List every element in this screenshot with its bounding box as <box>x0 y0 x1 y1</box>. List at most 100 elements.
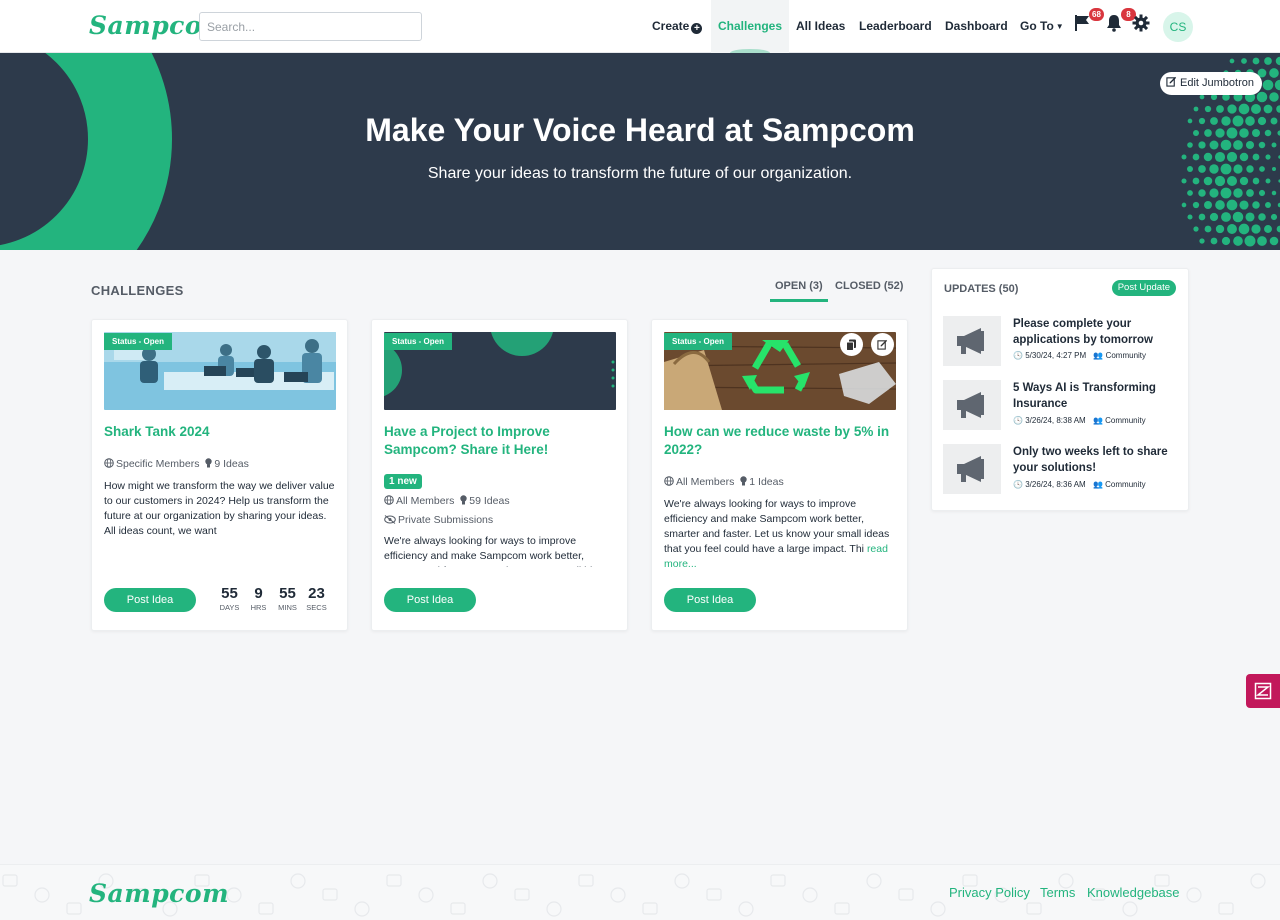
ideas-count: 9 Ideas <box>214 458 249 470</box>
countdown-minutes: 55 MINS <box>278 585 297 612</box>
footer: Sampcom Privacy Policy Terms Knowledgeba… <box>0 864 1280 920</box>
challenge-title[interactable]: Shark Tank 2024 <box>104 423 336 441</box>
side-widget-tab[interactable] <box>1246 674 1280 708</box>
countdown-seconds: 23 SECS <box>306 585 327 612</box>
edit-challenge-button[interactable] <box>871 333 894 356</box>
post-update-button[interactable]: Post Update <box>1111 280 1176 296</box>
nav-leaderboard[interactable]: Leaderboard <box>859 0 932 53</box>
challenge-title[interactable]: How can we reduce waste by 5% in 2022? <box>664 423 896 459</box>
ideas-count: 1 Ideas <box>749 476 784 488</box>
globe-icon <box>104 458 114 471</box>
nav-create[interactable]: Create + <box>652 0 703 53</box>
update-group: Community <box>1105 480 1146 489</box>
privacy-policy-link[interactable]: Privacy Policy <box>949 885 1030 900</box>
jumbotron-title: Make Your Voice Heard at Sampcom <box>365 112 915 148</box>
challenge-title[interactable]: Have a Project to Improve Sampcom? Share… <box>384 423 616 459</box>
tab-closed[interactable]: CLOSED (52) <box>835 280 903 292</box>
feedback-widget-icon <box>1254 682 1272 700</box>
top-navbar: Sampcom Create+ Challenges All Ideas Lea… <box>0 0 1280 57</box>
update-group: Community <box>1105 351 1147 360</box>
privacy-label: Private Submissions <box>398 514 494 526</box>
edit-jumbotron-label: Edit Jumbotron <box>1180 77 1254 89</box>
post-idea-button[interactable]: Post Idea <box>104 588 196 612</box>
countdown-days: 55 DAYS <box>219 585 240 612</box>
countdown-hours: 9 HRS <box>250 585 267 612</box>
updates-heading: UPDATES (50) <box>944 283 1019 295</box>
update-date: 3/26/24, 8:38 AM <box>1025 416 1086 425</box>
eye-slash-icon <box>384 515 396 527</box>
challenge-meta: All Members 59 Ideas <box>384 495 510 508</box>
notifications-button[interactable]: 8 <box>1105 8 1136 36</box>
challenge-meta: All Members 1 Ideas <box>664 476 784 489</box>
update-title[interactable]: Please complete your applications by tom… <box>1013 316 1179 348</box>
ideas-count: 59 Ideas <box>469 495 510 507</box>
nav-all-ideas[interactable]: All Ideas <box>796 0 845 53</box>
jumbotron-subtitle: Share your ideas to transform the future… <box>427 165 853 182</box>
footer-logo[interactable]: Sampcom <box>89 879 229 908</box>
globe-icon <box>384 495 394 508</box>
plus-circle-icon: + <box>691 23 703 34</box>
privacy-meta: Private Submissions <box>384 514 493 527</box>
update-meta: 🕓 3/26/24, 8:38 AM 👥 Community <box>1013 416 1146 425</box>
copy-icon <box>846 339 856 351</box>
megaphone-icon <box>943 316 1001 366</box>
updates-panel: UPDATES (50) Post Update Please complete… <box>931 268 1189 511</box>
post-idea-button[interactable]: Post Idea <box>384 588 476 612</box>
lightbulb-icon <box>205 458 213 471</box>
update-date: 3/26/24, 8:36 AM <box>1025 480 1086 489</box>
flag-count-badge: 68 <box>1089 8 1104 21</box>
challenge-description: We're always looking for ways to improve… <box>384 535 609 567</box>
update-item[interactable]: Only two weeks left to share your soluti… <box>943 444 1179 496</box>
search-input[interactable] <box>199 12 422 41</box>
flag-button[interactable]: 68 <box>1073 8 1104 36</box>
users-icon: 👥 <box>1092 480 1103 489</box>
update-meta: 🕓 3/26/24, 8:36 AM 👥 Community <box>1013 480 1146 489</box>
challenge-card[interactable]: Status - Open How can we reduce waste by… <box>651 319 908 631</box>
user-avatar[interactable]: CS <box>1163 12 1193 42</box>
clock-icon: 🕓 <box>1013 416 1023 425</box>
chevron-down-icon: ▼ <box>1055 22 1064 31</box>
settings-button[interactable] <box>1132 14 1154 36</box>
jumbotron-decoration <box>0 53 1280 250</box>
clock-icon: 🕓 <box>1013 351 1023 360</box>
audience-label: All Members <box>676 476 735 488</box>
status-badge: Status - Open <box>664 333 733 350</box>
users-icon: 👥 <box>1093 351 1104 360</box>
lightbulb-icon <box>460 495 467 508</box>
nav-go-to-label: Go To <box>1020 19 1054 33</box>
jumbotron: Make Your Voice Heard at Sampcom Share y… <box>0 53 1280 250</box>
countdown-timer: 55 DAYS 9 HRS 55 MINS 23 SECS <box>215 585 331 613</box>
nav-challenges[interactable]: Challenges <box>711 0 790 57</box>
challenge-description: We're always looking for ways to improve… <box>664 497 896 573</box>
terms-link[interactable]: Terms <box>1040 885 1075 900</box>
megaphone-icon <box>943 380 1001 430</box>
new-ideas-badge: 1 new <box>384 474 422 489</box>
update-item[interactable]: Please complete your applications by tom… <box>943 316 1179 368</box>
flag-icon <box>1075 15 1089 31</box>
challenge-description: How might we transform the way we delive… <box>104 480 335 537</box>
tab-open[interactable]: OPEN (3) <box>770 280 828 302</box>
challenge-card[interactable]: Status - Open Shark Tank 2024 Specific M… <box>91 319 348 631</box>
lightbulb-icon <box>740 476 747 489</box>
copy-button[interactable] <box>840 333 863 356</box>
challenge-card[interactable]: Status - Open Have a Project to Improve … <box>371 319 628 631</box>
description-text: We're always looking for ways to improve… <box>664 498 890 555</box>
update-group: Community <box>1105 416 1146 425</box>
audience-label: Specific Members <box>116 458 200 470</box>
update-item[interactable]: 5 Ways AI is Transforming Insurance 🕓 3/… <box>943 380 1179 432</box>
clock-icon: 🕓 <box>1013 480 1023 489</box>
nav-dashboard[interactable]: Dashboard <box>945 0 1008 53</box>
megaphone-icon <box>943 444 1001 494</box>
knowledgebase-link[interactable]: Knowledgebase <box>1087 885 1180 900</box>
gear-icon <box>1132 14 1150 32</box>
post-idea-button[interactable]: Post Idea <box>664 588 756 612</box>
nav-go-to[interactable]: Go To ▼ <box>1020 0 1064 53</box>
status-badge: Status - Open <box>384 333 453 350</box>
update-title[interactable]: 5 Ways AI is Transforming Insurance <box>1013 380 1179 412</box>
update-title[interactable]: Only two weeks left to share your soluti… <box>1013 444 1179 476</box>
nav-create-label: Create <box>652 19 690 33</box>
globe-icon <box>664 476 674 489</box>
challenge-meta: Specific Members 9 Ideas <box>104 458 249 471</box>
edit-jumbotron-button[interactable]: Edit Jumbotron <box>1159 72 1262 95</box>
audience-label: All Members <box>396 495 455 507</box>
